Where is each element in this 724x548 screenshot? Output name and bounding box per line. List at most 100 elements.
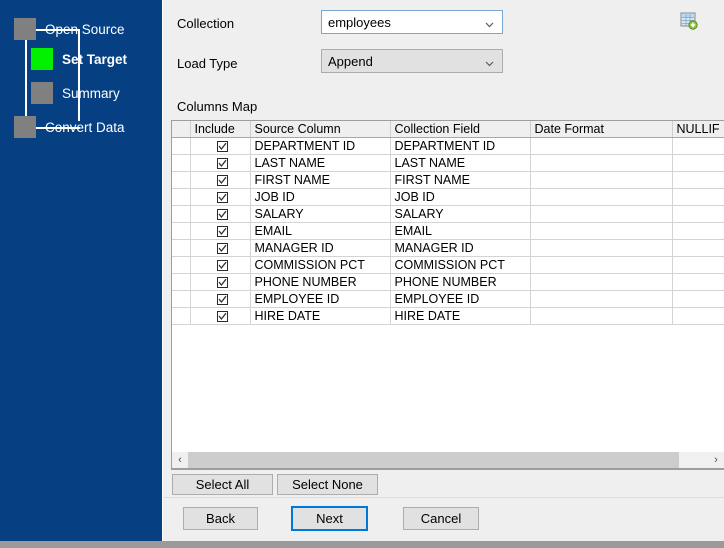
cell-nullif[interactable]: [672, 206, 724, 223]
cell-nullif[interactable]: [672, 291, 724, 308]
cell-source-column[interactable]: LAST NAME: [250, 155, 390, 172]
cell-date-format[interactable]: [530, 291, 672, 308]
cancel-button[interactable]: Cancel: [403, 507, 479, 530]
column-header-rowselect[interactable]: [172, 121, 190, 138]
row-selector[interactable]: [172, 291, 190, 308]
cell-include[interactable]: [190, 308, 250, 325]
row-selector[interactable]: [172, 308, 190, 325]
cell-source-column[interactable]: PHONE NUMBER: [250, 274, 390, 291]
cell-collection-field[interactable]: EMAIL: [390, 223, 530, 240]
cell-date-format[interactable]: [530, 240, 672, 257]
include-checkbox[interactable]: [217, 209, 228, 220]
row-selector[interactable]: [172, 172, 190, 189]
cell-include[interactable]: [190, 223, 250, 240]
table-row[interactable]: SALARYSALARY: [172, 206, 724, 223]
table-row[interactable]: FIRST NAMEFIRST NAME: [172, 172, 724, 189]
cell-date-format[interactable]: [530, 138, 672, 155]
cell-nullif[interactable]: [672, 240, 724, 257]
cell-collection-field[interactable]: EMPLOYEE ID: [390, 291, 530, 308]
row-selector[interactable]: [172, 257, 190, 274]
include-checkbox[interactable]: [217, 226, 228, 237]
column-header-nullif[interactable]: NULLIF: [672, 121, 724, 138]
cell-collection-field[interactable]: MANAGER ID: [390, 240, 530, 257]
cell-date-format[interactable]: [530, 308, 672, 325]
cell-include[interactable]: [190, 172, 250, 189]
column-header-date-format[interactable]: Date Format: [530, 121, 672, 138]
cell-include[interactable]: [190, 240, 250, 257]
collection-combobox[interactable]: employees: [321, 10, 503, 34]
column-header-include[interactable]: Include: [190, 121, 250, 138]
back-button[interactable]: Back: [183, 507, 258, 530]
cell-include[interactable]: [190, 274, 250, 291]
cell-source-column[interactable]: JOB ID: [250, 189, 390, 206]
column-header-source-column[interactable]: Source Column: [250, 121, 390, 138]
table-row[interactable]: MANAGER IDMANAGER ID: [172, 240, 724, 257]
cell-include[interactable]: [190, 291, 250, 308]
cell-date-format[interactable]: [530, 172, 672, 189]
include-checkbox[interactable]: [217, 243, 228, 254]
grid-horizontal-scrollbar[interactable]: ‹ ›: [171, 452, 724, 469]
cell-nullif[interactable]: [672, 172, 724, 189]
cell-collection-field[interactable]: HIRE DATE: [390, 308, 530, 325]
cell-source-column[interactable]: HIRE DATE: [250, 308, 390, 325]
cell-date-format[interactable]: [530, 206, 672, 223]
select-none-button[interactable]: Select None: [277, 474, 378, 495]
scrollbar-track[interactable]: [188, 452, 708, 468]
cell-source-column[interactable]: EMPLOYEE ID: [250, 291, 390, 308]
cell-date-format[interactable]: [530, 189, 672, 206]
new-collection-button[interactable]: [677, 10, 701, 34]
wizard-step-set-target[interactable]: Set Target: [31, 48, 127, 70]
table-row[interactable]: DEPARTMENT IDDEPARTMENT ID: [172, 138, 724, 155]
next-button[interactable]: Next: [291, 506, 368, 531]
column-header-collection-field[interactable]: Collection Field: [390, 121, 530, 138]
cell-nullif[interactable]: [672, 223, 724, 240]
cell-collection-field[interactable]: COMMISSION PCT: [390, 257, 530, 274]
cell-collection-field[interactable]: PHONE NUMBER: [390, 274, 530, 291]
include-checkbox[interactable]: [217, 277, 228, 288]
load-type-combobox[interactable]: Append: [321, 49, 503, 73]
cell-nullif[interactable]: [672, 189, 724, 206]
columns-map-grid[interactable]: Include Source Column Collection Field D…: [171, 120, 724, 470]
cell-include[interactable]: [190, 138, 250, 155]
cell-collection-field[interactable]: FIRST NAME: [390, 172, 530, 189]
table-row[interactable]: EMPLOYEE IDEMPLOYEE ID: [172, 291, 724, 308]
scroll-left-icon[interactable]: ‹: [172, 452, 188, 468]
table-row[interactable]: LAST NAMELAST NAME: [172, 155, 724, 172]
cell-nullif[interactable]: [672, 257, 724, 274]
include-checkbox[interactable]: [217, 192, 228, 203]
cell-source-column[interactable]: EMAIL: [250, 223, 390, 240]
cell-include[interactable]: [190, 206, 250, 223]
include-checkbox[interactable]: [217, 158, 228, 169]
row-selector[interactable]: [172, 206, 190, 223]
cell-source-column[interactable]: MANAGER ID: [250, 240, 390, 257]
cell-collection-field[interactable]: SALARY: [390, 206, 530, 223]
include-checkbox[interactable]: [217, 175, 228, 186]
cell-collection-field[interactable]: DEPARTMENT ID: [390, 138, 530, 155]
table-row[interactable]: HIRE DATEHIRE DATE: [172, 308, 724, 325]
table-row[interactable]: JOB IDJOB ID: [172, 189, 724, 206]
row-selector[interactable]: [172, 189, 190, 206]
cell-include[interactable]: [190, 257, 250, 274]
include-checkbox[interactable]: [217, 294, 228, 305]
cell-date-format[interactable]: [530, 257, 672, 274]
row-selector[interactable]: [172, 274, 190, 291]
scroll-right-icon[interactable]: ›: [708, 452, 724, 468]
include-checkbox[interactable]: [217, 141, 228, 152]
table-row[interactable]: PHONE NUMBERPHONE NUMBER: [172, 274, 724, 291]
row-selector[interactable]: [172, 223, 190, 240]
cell-collection-field[interactable]: LAST NAME: [390, 155, 530, 172]
table-row[interactable]: COMMISSION PCTCOMMISSION PCT: [172, 257, 724, 274]
cell-nullif[interactable]: [672, 274, 724, 291]
wizard-step-summary[interactable]: Summary: [31, 82, 120, 104]
cell-nullif[interactable]: [672, 155, 724, 172]
wizard-step-open-source[interactable]: Open Source: [14, 18, 125, 40]
wizard-step-convert-data[interactable]: Convert Data: [14, 116, 125, 138]
cell-include[interactable]: [190, 155, 250, 172]
cell-source-column[interactable]: DEPARTMENT ID: [250, 138, 390, 155]
select-all-button[interactable]: Select All: [172, 474, 273, 495]
cell-nullif[interactable]: [672, 308, 724, 325]
cell-include[interactable]: [190, 189, 250, 206]
row-selector[interactable]: [172, 240, 190, 257]
include-checkbox[interactable]: [217, 311, 228, 322]
row-selector[interactable]: [172, 155, 190, 172]
